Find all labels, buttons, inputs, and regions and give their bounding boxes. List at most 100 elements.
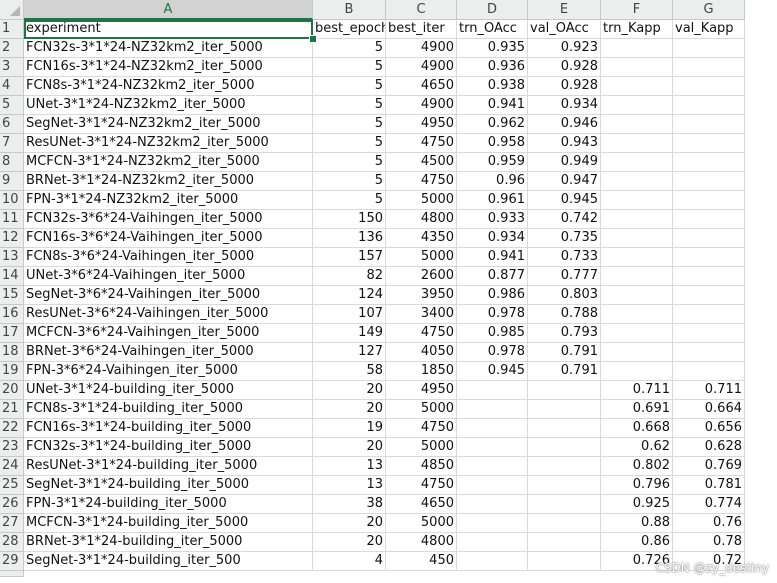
- cell-c13[interactable]: 5000: [386, 248, 457, 267]
- cell-c15[interactable]: 3950: [386, 286, 457, 305]
- cell-g4[interactable]: [673, 77, 745, 96]
- cell-d28[interactable]: [457, 533, 528, 552]
- cell-c4[interactable]: 4650: [386, 77, 457, 96]
- row-header-6[interactable]: 6: [0, 115, 24, 134]
- cell-a7[interactable]: ResUNet-3*1*24-NZ32km2_iter_5000: [24, 134, 313, 153]
- cell-e26[interactable]: [528, 495, 601, 514]
- cell-a12[interactable]: FCN16s-3*6*24-Vaihingen_iter_5000: [24, 229, 313, 248]
- cell-a9[interactable]: BRNet-3*1*24-NZ32km2_iter_5000: [24, 172, 313, 191]
- row-header-14[interactable]: 14: [0, 267, 24, 286]
- cell-b24[interactable]: 13: [313, 457, 386, 476]
- cell-a14[interactable]: UNet-3*6*24-Vaihingen_iter_5000: [24, 267, 313, 286]
- cell-d5[interactable]: 0.941: [457, 96, 528, 115]
- cell-g11[interactable]: [673, 210, 745, 229]
- cell-d23[interactable]: [457, 438, 528, 457]
- cell-e5[interactable]: 0.934: [528, 96, 601, 115]
- cell-d26[interactable]: [457, 495, 528, 514]
- cell-a19[interactable]: FPN-3*6*24-Vaihingen_iter_5000: [24, 362, 313, 381]
- cell-c26[interactable]: 4650: [386, 495, 457, 514]
- cell-g25[interactable]: 0.781: [673, 476, 745, 495]
- cell-b22[interactable]: 19: [313, 419, 386, 438]
- row-header-2[interactable]: 2: [0, 39, 24, 58]
- cell-e28[interactable]: [528, 533, 601, 552]
- header-cell-c1[interactable]: best_iter: [386, 20, 457, 39]
- cell-c12[interactable]: 4350: [386, 229, 457, 248]
- cell-c6[interactable]: 4950: [386, 115, 457, 134]
- row-header-21[interactable]: 21: [0, 400, 24, 419]
- row-header-8[interactable]: 8: [0, 153, 24, 172]
- cell-g6[interactable]: [673, 115, 745, 134]
- cell-b2[interactable]: 5: [313, 39, 386, 58]
- cell-e29[interactable]: [528, 552, 601, 571]
- row-header-26[interactable]: 26: [0, 495, 24, 514]
- cell-f20[interactable]: 0.711: [601, 381, 673, 400]
- cell-a2[interactable]: FCN32s-3*1*24-NZ32km2_iter_5000: [24, 39, 313, 58]
- cell-f13[interactable]: [601, 248, 673, 267]
- cell-d22[interactable]: [457, 419, 528, 438]
- cell-a5[interactable]: UNet-3*1*24-NZ32km2_iter_5000: [24, 96, 313, 115]
- cell-a20[interactable]: UNet-3*1*24-building_iter_5000: [24, 381, 313, 400]
- cell-g28[interactable]: 0.78: [673, 533, 745, 552]
- cell-g21[interactable]: 0.664: [673, 400, 745, 419]
- cell-g26[interactable]: 0.774: [673, 495, 745, 514]
- cell-b6[interactable]: 5: [313, 115, 386, 134]
- cell-d8[interactable]: 0.959: [457, 153, 528, 172]
- cell-a21[interactable]: FCN8s-3*1*24-building_iter_5000: [24, 400, 313, 419]
- fill-handle[interactable]: [309, 35, 317, 43]
- cell-g7[interactable]: [673, 134, 745, 153]
- cell-d6[interactable]: 0.962: [457, 115, 528, 134]
- row-header-29[interactable]: 29: [0, 552, 24, 571]
- row-header-partial[interactable]: [0, 571, 24, 577]
- cell-b13[interactable]: 157: [313, 248, 386, 267]
- cell-b23[interactable]: 20: [313, 438, 386, 457]
- cell-c18[interactable]: 4050: [386, 343, 457, 362]
- cell-d18[interactable]: 0.978: [457, 343, 528, 362]
- row-header-17[interactable]: 17: [0, 324, 24, 343]
- cell-f12[interactable]: [601, 229, 673, 248]
- cell-e13[interactable]: 0.733: [528, 248, 601, 267]
- cell-g16[interactable]: [673, 305, 745, 324]
- cell-c11[interactable]: 4800: [386, 210, 457, 229]
- cell-d4[interactable]: 0.938: [457, 77, 528, 96]
- cell-e17[interactable]: 0.793: [528, 324, 601, 343]
- cell-d27[interactable]: [457, 514, 528, 533]
- header-cell-g1[interactable]: val_Kapp: [673, 20, 745, 39]
- cell-b9[interactable]: 5: [313, 172, 386, 191]
- cell-g19[interactable]: [673, 362, 745, 381]
- cell-e27[interactable]: [528, 514, 601, 533]
- cell-f24[interactable]: 0.802: [601, 457, 673, 476]
- cell-e6[interactable]: 0.946: [528, 115, 601, 134]
- cell-c7[interactable]: 4750: [386, 134, 457, 153]
- cell-a27[interactable]: MCFCN-3*1*24-building_iter_5000: [24, 514, 313, 533]
- row-header-28[interactable]: 28: [0, 533, 24, 552]
- cell-g15[interactable]: [673, 286, 745, 305]
- row-header-20[interactable]: 20: [0, 381, 24, 400]
- cell-f10[interactable]: [601, 191, 673, 210]
- cell-g3[interactable]: [673, 58, 745, 77]
- cell-d15[interactable]: 0.986: [457, 286, 528, 305]
- cell-e23[interactable]: [528, 438, 601, 457]
- cell-a26[interactable]: FPN-3*1*24-building_iter_5000: [24, 495, 313, 514]
- cell-e21[interactable]: [528, 400, 601, 419]
- cell-e19[interactable]: 0.791: [528, 362, 601, 381]
- cell-d19[interactable]: 0.945: [457, 362, 528, 381]
- cell-f11[interactable]: [601, 210, 673, 229]
- cell-e2[interactable]: 0.923: [528, 39, 601, 58]
- row-header-12[interactable]: 12: [0, 229, 24, 248]
- cell-f23[interactable]: 0.62: [601, 438, 673, 457]
- cell-a28[interactable]: BRNet-3*1*24-building_iter_5000: [24, 533, 313, 552]
- cell-b7[interactable]: 5: [313, 134, 386, 153]
- cell-e24[interactable]: [528, 457, 601, 476]
- cell-e11[interactable]: 0.742: [528, 210, 601, 229]
- cell-c28[interactable]: 4800: [386, 533, 457, 552]
- cell-e4[interactable]: 0.928: [528, 77, 601, 96]
- cell-f7[interactable]: [601, 134, 673, 153]
- cell-g20[interactable]: 0.711: [673, 381, 745, 400]
- cell-f15[interactable]: [601, 286, 673, 305]
- cell-g22[interactable]: 0.656: [673, 419, 745, 438]
- cell-a6[interactable]: SegNet-3*1*24-NZ32km2_iter_5000: [24, 115, 313, 134]
- header-cell-e1[interactable]: val_OAcc: [528, 20, 601, 39]
- row-header-1[interactable]: 1: [0, 20, 24, 39]
- row-header-23[interactable]: 23: [0, 438, 24, 457]
- cell-a11[interactable]: FCN32s-3*6*24-Vaihingen_iter_5000: [24, 210, 313, 229]
